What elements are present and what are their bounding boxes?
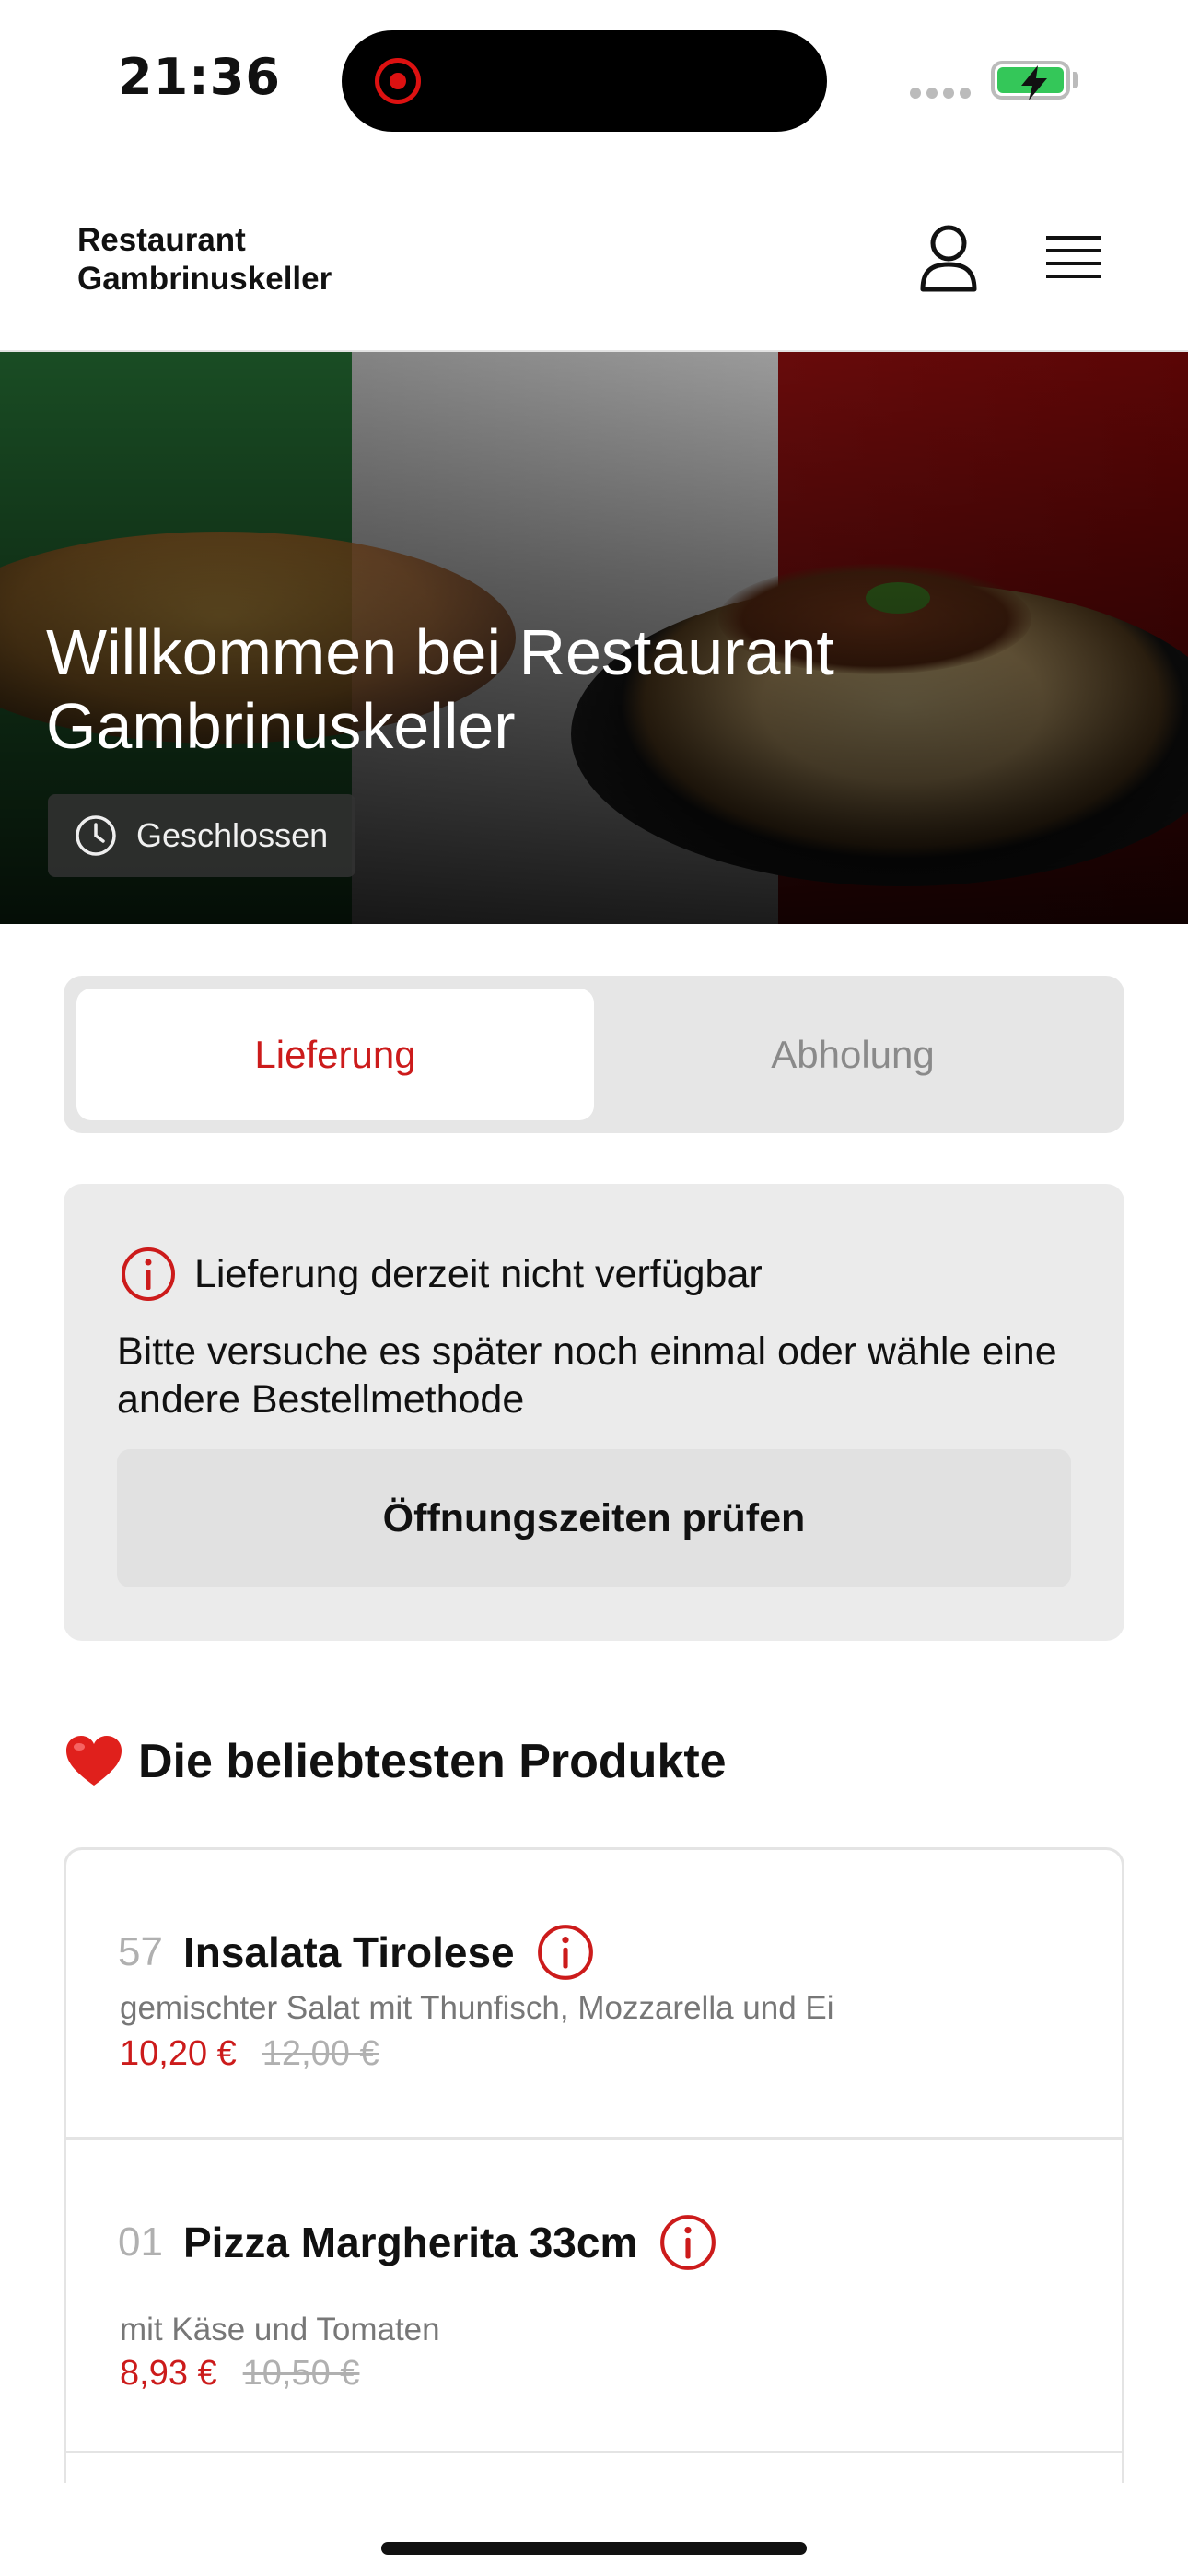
restaurant-brand[interactable]: Restaurant Gambrinuskeller: [77, 221, 390, 299]
info-icon[interactable]: [535, 1922, 596, 1983]
product-description: gemischter Salat mit Thunfisch, Mozzarel…: [120, 1990, 834, 2026]
alert-header: Lieferung derzeit nicht verfügbar: [119, 1245, 763, 1304]
tab-abholung[interactable]: Abholung: [594, 989, 1112, 1120]
product-card[interactable]: [66, 2453, 1122, 2483]
check-opening-hours-button[interactable]: Öffnungszeiten prüfen: [117, 1449, 1071, 1587]
opening-status-label: Geschlossen: [136, 816, 329, 854]
cellular-signal-icon: [910, 85, 976, 102]
current-price: 10,20 €: [120, 2034, 237, 2073]
user-icon: [920, 225, 977, 292]
product-description: mit Käse und Tomaten: [120, 2312, 440, 2348]
product-name: Pizza Margherita 33cm: [182, 2219, 638, 2266]
product-card[interactable]: 01 Pizza Margherita 33cm mit Käse und To…: [66, 2140, 1122, 2453]
battery-charging-icon: [991, 61, 1070, 100]
user-account-button[interactable]: [915, 221, 982, 295]
product-header: 57 Insalata Tirolese: [118, 1922, 596, 1983]
product-number: 57: [118, 1929, 163, 1974]
recording-icon: [375, 58, 421, 104]
product-price: 8,93 € 10,50 €: [120, 2354, 359, 2394]
popular-products-title: Die beliebtesten Produkte: [138, 1735, 727, 1788]
alert-message: Bitte versuche es später noch einmal ode…: [117, 1329, 1057, 1422]
menu-button[interactable]: [1039, 225, 1105, 291]
popular-products-heading: Die beliebtesten Produkte: [64, 1734, 727, 1789]
opening-status-chip[interactable]: Geschlossen: [48, 794, 356, 877]
popular-products-list: 57 Insalata Tirolese gemischter Salat mi…: [64, 1847, 1124, 2483]
delivery-unavailable-card: Lieferung derzeit nicht verfügbar Bitte …: [64, 1184, 1124, 1641]
home-indicator[interactable]: [381, 2542, 807, 2555]
clock-icon: [76, 815, 116, 856]
product-number: 01: [118, 2219, 163, 2265]
app-header: Restaurant Gambrinuskeller: [0, 166, 1188, 352]
product-name: Insalata Tirolese: [182, 1928, 515, 1976]
hamburger-menu-icon: [1046, 236, 1101, 278]
product-header: 01 Pizza Margherita 33cm: [118, 2212, 718, 2273]
hero-title: Willkommen bei Restaurant Gambrinuskelle…: [46, 616, 834, 762]
product-price: 10,20 € 12,00 €: [120, 2034, 379, 2074]
heart-icon: [66, 1736, 122, 1786]
info-icon[interactable]: [658, 2212, 718, 2273]
info-icon: [122, 1247, 175, 1301]
original-price: 12,00 €: [262, 2034, 379, 2073]
battery-cap: [1073, 72, 1078, 88]
alert-title: Lieferung derzeit nicht verfügbar: [194, 1251, 763, 1296]
current-price: 8,93 €: [120, 2354, 217, 2393]
product-card[interactable]: 57 Insalata Tirolese gemischter Salat mi…: [66, 1850, 1122, 2140]
status-bar: 21:36: [0, 0, 1188, 166]
status-time: 21:36: [118, 48, 281, 106]
hero-banner: Willkommen bei Restaurant Gambrinuskelle…: [0, 352, 1188, 924]
dynamic-island: [342, 30, 827, 132]
tab-lieferung[interactable]: Lieferung: [76, 989, 594, 1120]
original-price: 10,50 €: [242, 2354, 360, 2393]
order-method-toggle: Lieferung Abholung: [64, 976, 1124, 1133]
